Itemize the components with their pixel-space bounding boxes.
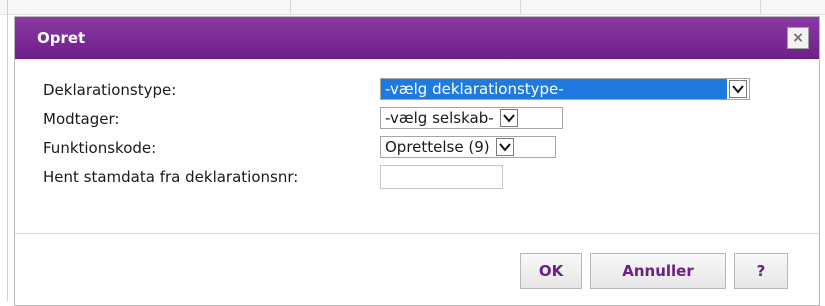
form-row-recipient: Modtager: -vælg selskab- <box>43 104 803 133</box>
fetch-master-data-label: Hent stamdata fra deklarationsnr: <box>43 168 299 186</box>
cancel-button[interactable]: Annuller <box>590 253 726 289</box>
form-row-declaration-type: Deklarationstype: -vælg deklarationstype… <box>43 75 803 104</box>
chevron-down-icon <box>495 138 514 156</box>
recipient-select[interactable]: -vælg selskab- <box>380 107 563 129</box>
chevron-down-icon <box>729 80 747 98</box>
background-page-strip <box>0 0 825 15</box>
background-left-edge <box>7 0 8 301</box>
function-code-label: Funktionskode: <box>43 139 157 157</box>
background-column-divider <box>760 0 761 14</box>
declaration-type-label: Deklarationstype: <box>43 81 177 99</box>
background-column-divider <box>520 0 521 14</box>
create-form: Deklarationstype: -vælg deklarationstype… <box>43 75 803 191</box>
declaration-type-select[interactable]: -vælg deklarationstype- <box>380 78 750 100</box>
create-dialog: Opret × Deklarationstype: -vælg deklarat… <box>14 16 820 306</box>
close-icon: × <box>792 30 804 46</box>
form-row-function-code: Funktionskode: Oprettelse (9) <box>43 133 803 162</box>
function-code-select[interactable]: Oprettelse (9) <box>380 136 556 158</box>
ok-button[interactable]: OK <box>520 253 582 289</box>
dialog-titlebar: Opret × <box>15 17 819 59</box>
close-button[interactable]: × <box>787 27 809 49</box>
form-row-fetch-master-data: Hent stamdata fra deklarationsnr: <box>43 162 803 191</box>
dialog-divider <box>15 233 819 234</box>
background-column-divider <box>290 0 291 14</box>
recipient-value: -vælg selskab- <box>385 109 494 127</box>
function-code-value: Oprettelse (9) <box>385 138 490 156</box>
declaration-type-value: -vælg deklarationstype- <box>381 79 727 99</box>
help-button[interactable]: ? <box>734 253 788 289</box>
chevron-down-icon <box>499 109 518 127</box>
dialog-title: Opret <box>37 29 86 47</box>
declaration-number-input[interactable] <box>380 165 503 189</box>
recipient-label: Modtager: <box>43 110 120 128</box>
